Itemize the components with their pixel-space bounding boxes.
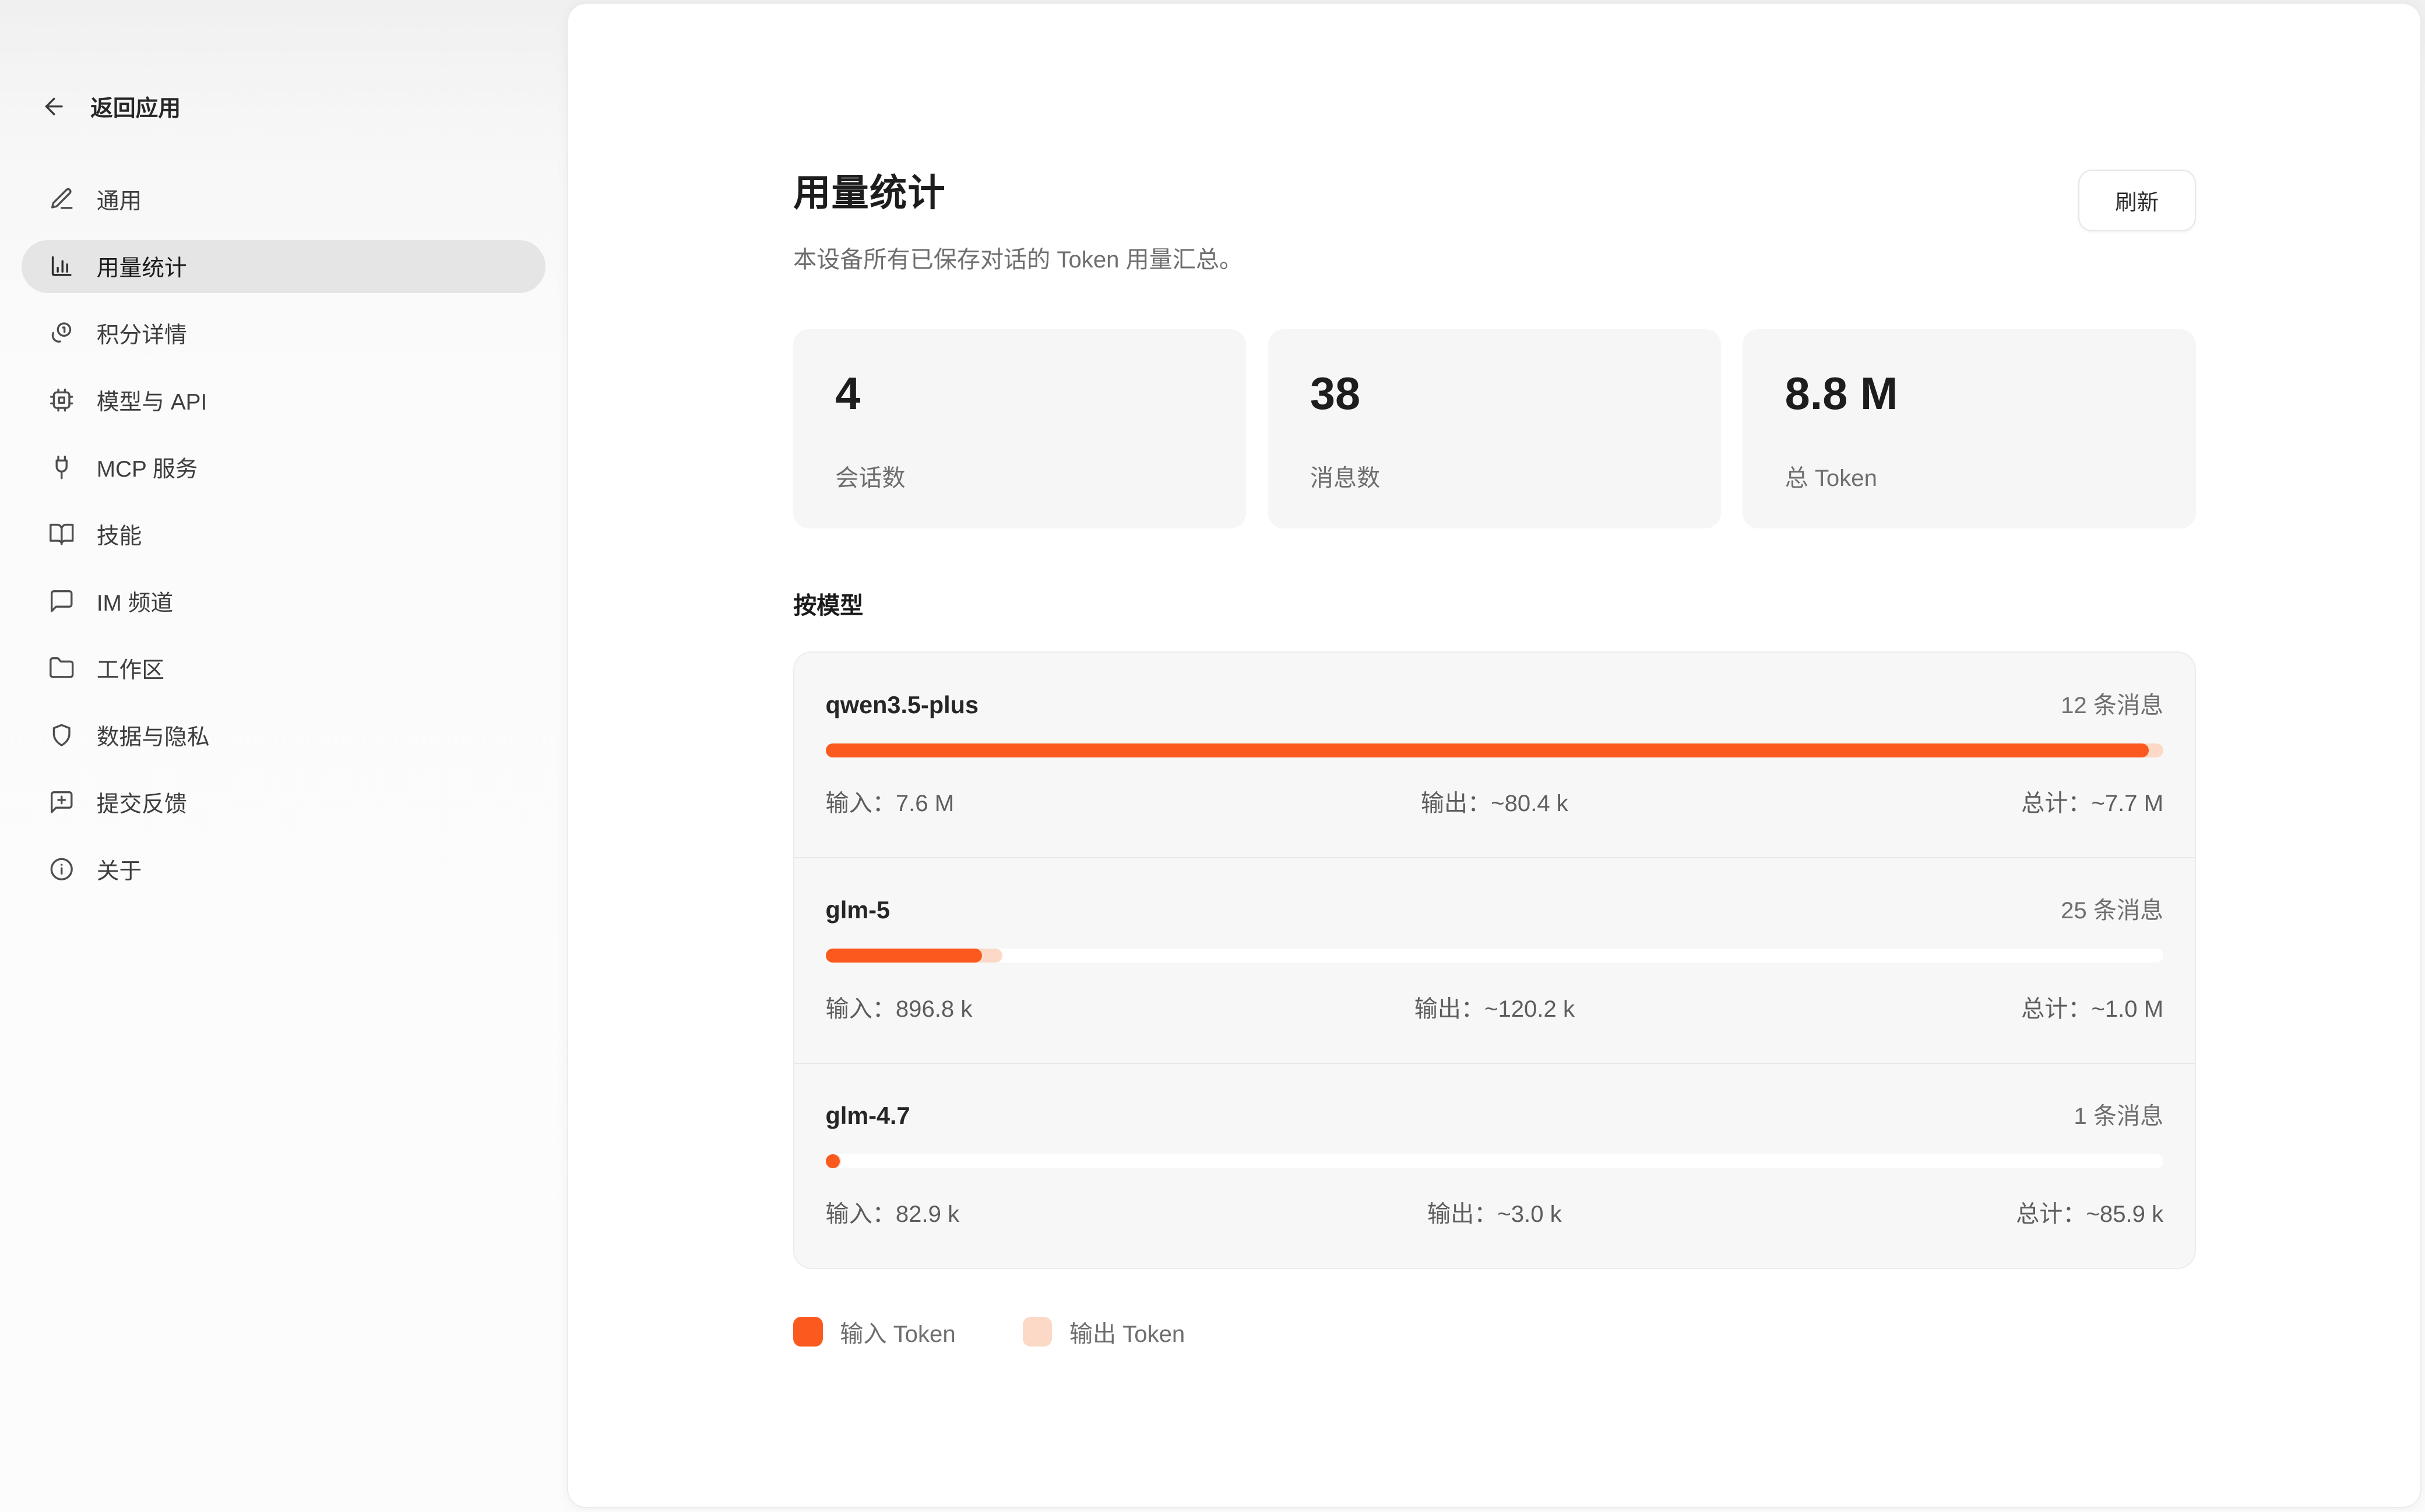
sidebar-item-book-open[interactable]: 技能 xyxy=(22,507,545,561)
model-message-count: 12 条消息 xyxy=(2061,686,2163,720)
page-subtitle: 本设备所有已保存对话的 Token 用量汇总。 xyxy=(793,240,1243,274)
sidebar-item-label: 用量统计 xyxy=(97,250,187,283)
legend-swatch xyxy=(1023,1317,1053,1347)
sidebar-item-label: 技能 xyxy=(97,518,142,551)
sidebar-item-label: 通用 xyxy=(97,183,142,216)
sidebar-item-pencil[interactable]: 通用 xyxy=(22,173,545,226)
plug-icon xyxy=(48,454,75,480)
stat-label: 总 Token xyxy=(1785,459,2154,493)
sidebar-item-coins[interactable]: 积分详情 xyxy=(22,307,545,360)
sidebar-item-label: MCP 服务 xyxy=(97,451,198,484)
model-message-count: 1 条消息 xyxy=(2074,1097,2163,1131)
page-header-text: 用量统计 本设备所有已保存对话的 Token 用量汇总。 xyxy=(793,163,1243,274)
model-output-tokens: 输出：~80.4 k xyxy=(1272,784,1717,818)
stats-cards: 4 会话数 38 消息数 8.8 M 总 Token xyxy=(793,329,2196,528)
coins-icon xyxy=(48,320,75,346)
sidebar-item-label: 积分详情 xyxy=(97,317,187,350)
token-usage-bar xyxy=(826,1154,2164,1168)
model-total-tokens: 总计：~85.9 k xyxy=(1717,1194,2163,1229)
sidebar-item-message-plus[interactable]: 提交反馈 xyxy=(22,776,545,829)
stat-value: 4 xyxy=(835,368,1204,420)
legend-label: 输入 Token xyxy=(840,1314,955,1349)
sidebar-item-bar-chart[interactable]: 用量统计 xyxy=(22,240,545,293)
model-name: glm-4.7 xyxy=(826,1102,910,1130)
input-token-bar xyxy=(826,743,2149,757)
page-header: 用量统计 本设备所有已保存对话的 Token 用量汇总。 刷新 xyxy=(793,163,2196,274)
message-plus-icon xyxy=(48,789,75,815)
sidebar-item-label: 数据与隐私 xyxy=(97,719,210,752)
input-token-bar xyxy=(826,1154,840,1168)
legend-swatch xyxy=(793,1317,823,1347)
sidebar-item-label: 模型与 API xyxy=(97,384,207,417)
model-message-count: 25 条消息 xyxy=(2061,891,2163,925)
stat-value: 38 xyxy=(1310,368,1679,420)
input-token-bar xyxy=(826,949,983,963)
model-total-tokens: 总计：~1.0 M xyxy=(1717,989,2163,1024)
model-usage-panel: qwen3.5-plus 12 条消息 输入：7.6 M 输出：~80.4 k … xyxy=(793,651,2196,1269)
back-to-app-button[interactable]: 返回应用 xyxy=(41,90,545,123)
sidebar-item-label: 提交反馈 xyxy=(97,786,187,819)
model-total-tokens: 总计：~7.7 M xyxy=(1717,784,2163,818)
chat-bubble-icon xyxy=(48,588,75,614)
info-icon xyxy=(48,856,75,882)
token-usage-bar xyxy=(826,949,2164,963)
model-input-tokens: 输入：896.8 k xyxy=(826,989,1272,1024)
model-row: glm-4.7 1 条消息 输入：82.9 k 输出：~3.0 k 总计：~85… xyxy=(794,1063,2195,1268)
sidebar-item-label: 工作区 xyxy=(97,652,164,685)
sidebar-nav: 通用 用量统计 积分详情 模型与 API MCP 服务 技能 IM 频道 工作区… xyxy=(22,173,545,896)
model-name: qwen3.5-plus xyxy=(826,691,979,719)
stat-label: 会话数 xyxy=(835,459,1204,493)
legend-label: 输出 Token xyxy=(1069,1314,1185,1349)
legend-item: 输出 Token xyxy=(1023,1314,1185,1349)
token-usage-bar xyxy=(826,743,2164,757)
sidebar-item-label: IM 频道 xyxy=(97,585,173,618)
model-name: glm-5 xyxy=(826,896,891,924)
stat-card: 8.8 M 总 Token xyxy=(1743,329,2195,528)
settings-sidebar: 返回应用 通用 用量统计 积分详情 模型与 API MCP 服务 技能 IM 频… xyxy=(0,0,567,1511)
model-input-tokens: 输入：7.6 M xyxy=(826,784,1272,818)
shield-icon xyxy=(48,722,75,748)
back-to-app-label: 返回应用 xyxy=(90,90,181,123)
sidebar-item-label: 关于 xyxy=(97,853,142,886)
token-legend: 输入 Token 输出 Token xyxy=(793,1314,2196,1349)
refresh-button[interactable]: 刷新 xyxy=(2078,170,2196,231)
stat-label: 消息数 xyxy=(1310,459,1679,493)
bar-chart-icon xyxy=(48,253,75,279)
main-panel: 用量统计 本设备所有已保存对话的 Token 用量汇总。 刷新 4 会话数 38… xyxy=(567,3,2422,1508)
model-row: qwen3.5-plus 12 条消息 输入：7.6 M 输出：~80.4 k … xyxy=(794,653,2195,857)
app-window: 返回应用 通用 用量统计 积分详情 模型与 API MCP 服务 技能 IM 频… xyxy=(0,0,2425,1511)
sidebar-item-cpu[interactable]: 模型与 API xyxy=(22,374,545,427)
page-title: 用量统计 xyxy=(793,163,1243,217)
sidebar-item-chat-bubble[interactable]: IM 频道 xyxy=(22,575,545,628)
legend-item: 输入 Token xyxy=(793,1314,956,1349)
model-output-tokens: 输出：~3.0 k xyxy=(1272,1194,1717,1229)
usage-content: 用量统计 本设备所有已保存对话的 Token 用量汇总。 刷新 4 会话数 38… xyxy=(793,4,2196,1348)
arrow-left-icon xyxy=(41,93,67,119)
cpu-icon xyxy=(48,387,75,413)
sidebar-item-info[interactable]: 关于 xyxy=(22,843,545,896)
sidebar-item-folder[interactable]: 工作区 xyxy=(22,642,545,695)
stat-card: 38 消息数 xyxy=(1268,329,1721,528)
model-input-tokens: 输入：82.9 k xyxy=(826,1194,1272,1229)
stat-value: 8.8 M xyxy=(1785,368,2154,420)
sidebar-item-shield[interactable]: 数据与隐私 xyxy=(22,709,545,762)
by-model-heading: 按模型 xyxy=(793,586,2196,621)
model-output-tokens: 输出：~120.2 k xyxy=(1272,989,1717,1024)
stat-card: 4 会话数 xyxy=(793,329,1246,528)
folder-icon xyxy=(48,655,75,681)
sidebar-item-plug[interactable]: MCP 服务 xyxy=(22,441,545,494)
model-row: glm-5 25 条消息 输入：896.8 k 输出：~120.2 k 总计：~… xyxy=(794,857,2195,1063)
book-open-icon xyxy=(48,521,75,547)
pencil-icon xyxy=(48,186,75,212)
